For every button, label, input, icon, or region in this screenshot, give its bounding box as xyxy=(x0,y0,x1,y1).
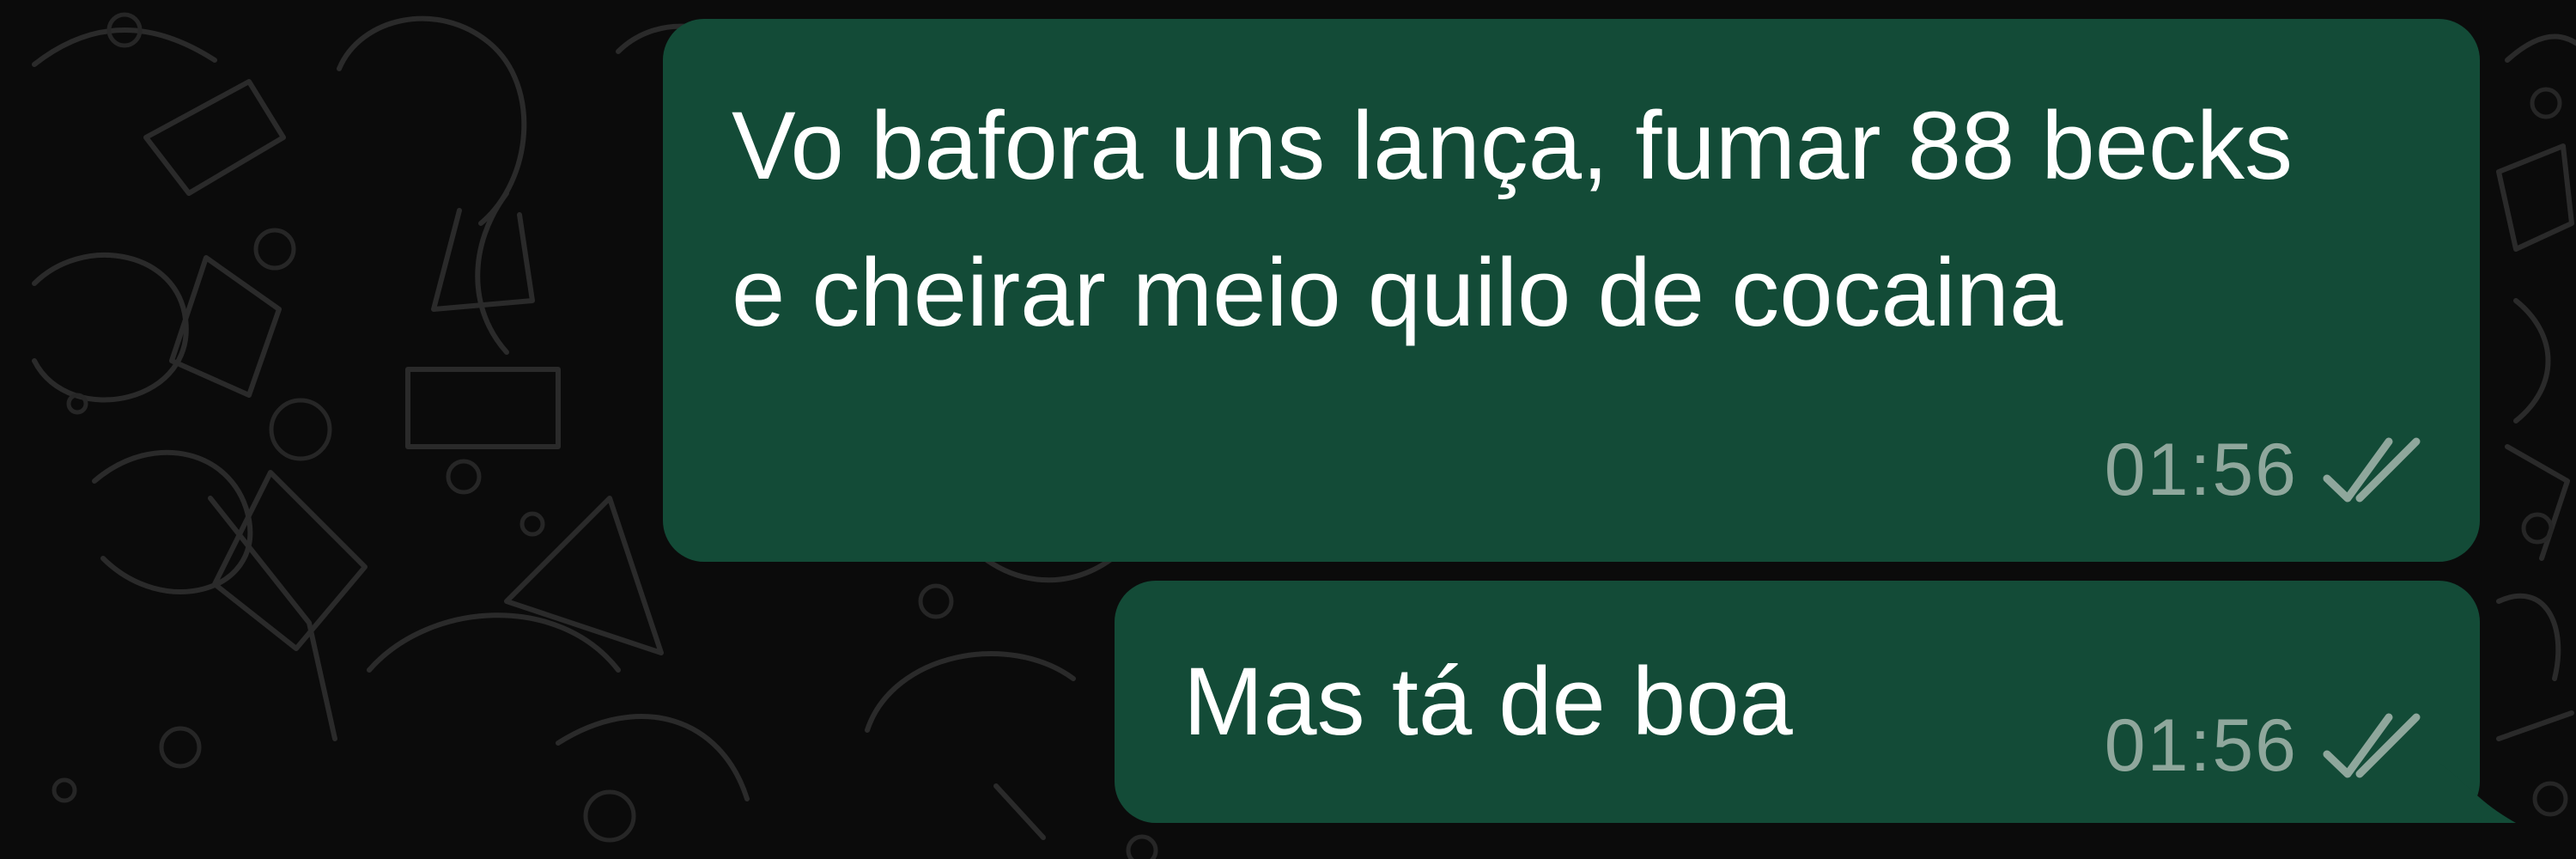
message-time: 01:56 xyxy=(2104,704,2298,787)
message-tail xyxy=(2439,763,2516,823)
message-bubble-outgoing[interactable]: Vo bafora uns lança, fumar 88 becks e ch… xyxy=(663,19,2480,562)
message-meta: 01:56 xyxy=(2105,431,2430,509)
double-check-icon xyxy=(2323,713,2421,778)
double-check-icon xyxy=(2323,437,2421,503)
message-time: 01:56 xyxy=(2104,429,2298,511)
message-bubble-outgoing[interactable]: Mas tá de boa 01:56 xyxy=(1115,581,2516,823)
message-text: Mas tá de boa xyxy=(1183,648,1793,755)
message-meta: 01:56 xyxy=(2105,707,2430,784)
message-text: Vo bafora uns lança, fumar 88 becks e ch… xyxy=(732,92,2293,346)
